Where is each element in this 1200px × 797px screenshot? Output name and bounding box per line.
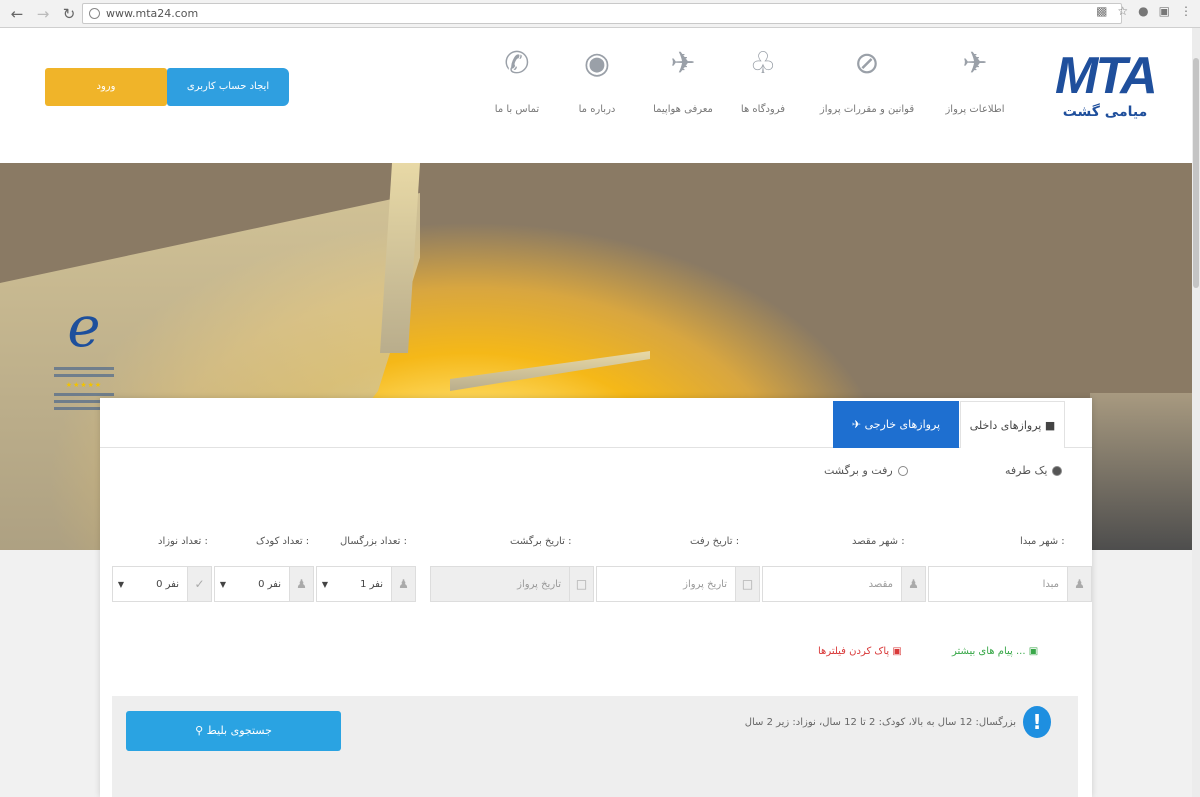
adults-value: 1 نفر [360, 578, 383, 590]
phone-icon: ✆ [504, 46, 530, 81]
adults-label: تعداد بزرگسال : [340, 536, 407, 547]
trip-type-round[interactable]: رفت و برگشت [824, 464, 908, 477]
origin-field[interactable]: مبدا ♟ [928, 566, 1092, 602]
age-note: بزرگسال: 12 سال به بالا، کودک: 2 تا 12 س… [744, 717, 1016, 728]
trip-type-one-way[interactable]: یک طرفه [1005, 464, 1063, 477]
tab-label: پروازهای خارجی [864, 418, 941, 431]
info-badge-icon: ◉ [583, 46, 611, 81]
user-icon: ♟ [901, 567, 925, 601]
page-scrollbar[interactable] [1192, 28, 1200, 797]
child-icon: ♟ [289, 567, 313, 601]
more-messages-link[interactable]: پیام های بیشتر ... ▣ [952, 646, 1038, 657]
search-tabs: ✈ پروازهای خارجی پروازهای داخلی ■ [100, 398, 1092, 448]
adult-icon: ♟ [391, 567, 415, 601]
infants-select[interactable]: ▼ 0 نفر ✓ [112, 566, 212, 602]
infant-icon: ✓ [187, 567, 211, 601]
extension-icon[interactable]: ▣ [1159, 4, 1170, 18]
airplane-icon: ✈ [670, 46, 696, 81]
radio-label: رفت و برگشت [824, 464, 893, 477]
infants-value: 0 نفر [156, 578, 179, 590]
user-icon: ♟ [1067, 567, 1091, 601]
forward-arrow-icon[interactable]: → [34, 5, 52, 23]
plane-icon: ✈ [851, 418, 865, 431]
tab-foreign-flights[interactable]: ✈ پروازهای خارجی [833, 401, 959, 448]
login-button[interactable]: ورود [45, 68, 167, 106]
calendar-icon: □ [569, 567, 593, 601]
site-header: MTA میامی گشت ✈ اطلاعات پرواز ⊘ قوانین و… [0, 28, 1192, 163]
tab-label: پروازهای داخلی [969, 419, 1042, 432]
bookmark-star-icon[interactable]: ☆ [1117, 4, 1128, 18]
menu-item-flight-info[interactable]: ✈ اطلاعات پرواز [930, 46, 1020, 115]
menu-label: معرفی هواپیما [653, 104, 713, 115]
depart-date-field[interactable]: تاریخ پرواز □ [596, 566, 760, 602]
destination-label: شهر مقصد : [852, 536, 905, 547]
depart-placeholder: تاریخ پرواز [683, 578, 727, 590]
aircraft-tail [380, 163, 420, 353]
menu-label: اطلاعات پرواز [945, 104, 1005, 115]
infants-label: تعداد نوزاد : [158, 536, 208, 547]
menu-item-aircraft[interactable]: ✈ معرفی هواپیما [638, 46, 728, 115]
translate-icon[interactable]: ▩ [1096, 4, 1107, 18]
destination-placeholder: مقصد [868, 578, 893, 590]
plus-icon: ▣ [1025, 646, 1039, 657]
menu-label: قوانین و مقررات پرواز [819, 104, 915, 115]
address-bar[interactable]: www.mta24.com [82, 3, 1122, 24]
depart-date-label: تاریخ رفت : [690, 536, 740, 547]
origin-placeholder: مبدا [1042, 578, 1059, 590]
adults-select[interactable]: ▼ 1 نفر ♟ [316, 566, 416, 602]
browser-toolbar: ← → ↻ www.mta24.com ▩ ☆ ● ▣ ⋮ [0, 0, 1200, 28]
chevron-down-icon: ▼ [219, 579, 227, 589]
hero-background-building [1090, 393, 1192, 550]
return-date-field[interactable]: تاریخ پرواز □ [430, 566, 594, 602]
control-tower-icon: ♧ [749, 46, 777, 81]
children-select[interactable]: ▼ 0 نفر ♟ [214, 566, 314, 602]
return-date-label: تاریخ برگشت : [510, 536, 572, 547]
clear-filters-link[interactable]: پاک کردن فیلترها ▣ [818, 646, 902, 657]
menu-label: درباره ما [578, 104, 616, 115]
close-icon: ▣ [889, 646, 902, 657]
enamad-stars: ★★★★★ [65, 381, 103, 389]
chevron-down-icon: ▼ [321, 579, 329, 589]
button-label: جستجوی بلیط [206, 724, 272, 737]
enamad-logo: e [67, 295, 101, 360]
link-label: پیام های بیشتر ... [952, 646, 1026, 657]
profile-icon[interactable]: ● [1138, 4, 1148, 18]
scrollbar-thumb[interactable] [1193, 58, 1199, 288]
site-logo[interactable]: MTA میامی گشت [1055, 47, 1158, 130]
destination-field[interactable]: مقصد ♟ [762, 566, 926, 602]
link-label: پاک کردن فیلترها [818, 646, 890, 657]
children-label: تعداد کودک : [256, 536, 310, 547]
page-info-icon[interactable] [89, 8, 100, 19]
url-text: www.mta24.com [106, 7, 199, 20]
radio-label: یک طرفه [1005, 464, 1048, 477]
check-icon: ■ [1041, 419, 1056, 432]
menu-item-airports[interactable]: ♧ فرودگاه ها [718, 46, 808, 115]
search-tickets-button[interactable]: ⚲ جستجوی بلیط [126, 711, 341, 751]
menu-label: فرودگاه ها [740, 104, 786, 115]
radio-checked-icon[interactable] [1052, 465, 1063, 476]
return-placeholder: تاریخ پرواز [517, 578, 561, 590]
exclamation-icon: ! [1023, 706, 1051, 738]
children-value: 0 نفر [258, 578, 281, 590]
chevron-down-icon: ▼ [117, 579, 125, 589]
reload-icon[interactable]: ↻ [60, 5, 78, 23]
calendar-icon: □ [735, 567, 759, 601]
back-arrow-icon[interactable]: ← [8, 5, 26, 23]
origin-label: شهر مبدا : [1020, 536, 1065, 547]
menu-icon[interactable]: ⋮ [1180, 4, 1192, 18]
radio-unchecked-icon[interactable] [897, 465, 908, 476]
search-icon: ⚲ [195, 724, 207, 737]
tab-domestic-flights[interactable]: پروازهای داخلی ■ [960, 401, 1065, 448]
flight-search-panel: ✈ پروازهای خارجی پروازهای داخلی ■ یک طرف… [100, 398, 1092, 797]
no-entry-icon: ⊘ [854, 46, 880, 81]
logo-mark: MTA [1055, 47, 1158, 105]
logo-subtitle: میامی گشت [1062, 104, 1148, 120]
menu-item-contact[interactable]: ✆ تماس با ما [472, 46, 562, 115]
menu-item-rules[interactable]: ⊘ قوانین و مقررات پرواز [819, 46, 915, 115]
signup-button[interactable]: ایجاد حساب کاربری [167, 68, 289, 106]
menu-label: تماس با ما [494, 104, 540, 115]
aircraft-stabilizer [450, 351, 650, 391]
menu-item-about[interactable]: ◉ درباره ما [552, 46, 642, 115]
plane-landing-icon: ✈ [962, 46, 988, 81]
